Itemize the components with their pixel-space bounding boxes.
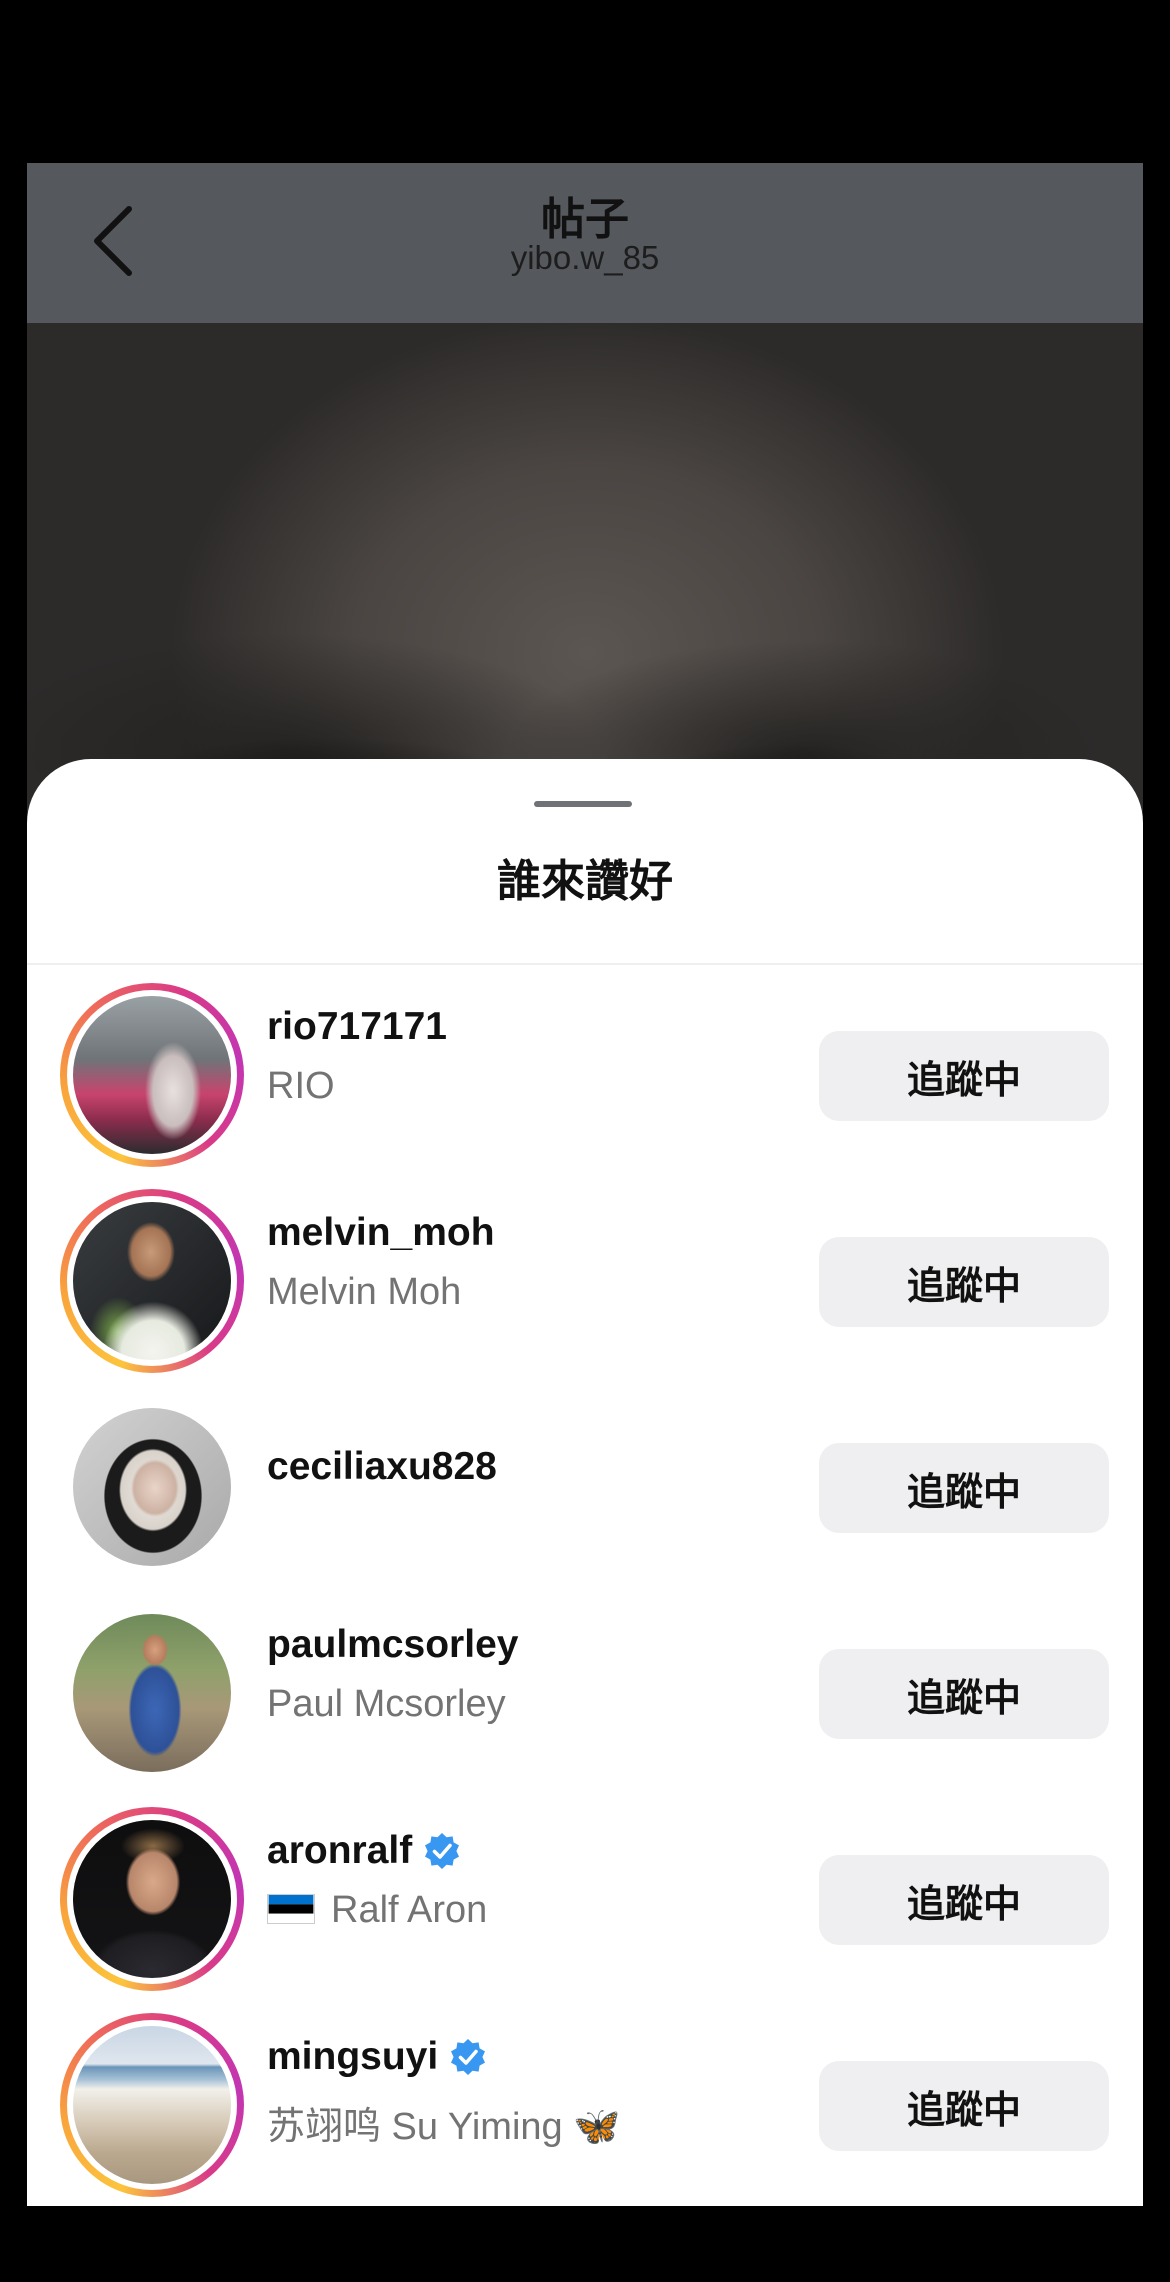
full-name: Ralf Aron [331,1889,488,1931]
username[interactable]: mingsuyi [267,2035,488,2079]
username[interactable]: aronralf [267,1829,462,1873]
list-item[interactable]: ceciliaxu828 追蹤中 [27,1379,1143,1585]
following-button[interactable]: 追蹤中 [819,1031,1109,1121]
list-item[interactable]: rio717171 RIO 追蹤中 [27,967,1143,1173]
username[interactable]: paulmcsorley [267,1623,518,1667]
avatar-image [73,2026,231,2184]
sheet-title: 誰來讚好 [497,857,673,906]
list-item[interactable]: paulmcsorley Paul Mcsorley 追蹤中 [27,1585,1143,1791]
full-name: Paul Mcsorley [267,1683,506,1725]
following-button[interactable]: 追蹤中 [819,1855,1109,1945]
sheet-drag-handle[interactable] [534,801,632,807]
full-name: RIO [267,1065,335,1107]
divider [27,963,1143,965]
list-item[interactable]: melvin_moh Melvin Moh 追蹤中 [27,1173,1143,1379]
avatar[interactable] [60,1395,244,1579]
page-subtitle: yibo.w_85 [510,239,660,276]
avatar[interactable] [60,2013,244,2197]
avatar[interactable] [60,1807,244,1991]
username[interactable]: ceciliaxu828 [267,1445,497,1489]
likes-sheet: 誰來讚好 rio717171 RIO 追蹤中 melvin_moh Melvin… [27,759,1143,2206]
full-name-container: Ralf Aron [267,1889,487,1932]
username[interactable]: rio717171 [267,1005,447,1049]
list-item[interactable]: mingsuyi 苏翊鸣 Su Yiming 🦋 追蹤中 [27,1997,1143,2203]
top-bar: 帖子 yibo.w_85 [27,163,1143,323]
following-button[interactable]: 追蹤中 [819,1649,1109,1739]
estonia-flag-icon [267,1893,315,1924]
list-item[interactable]: aronralf Ralf Aron 追蹤中 [27,1791,1143,1997]
avatar-image [73,1202,231,1360]
avatar[interactable] [60,983,244,1167]
avatar-image [73,996,231,1154]
following-button[interactable]: 追蹤中 [819,2061,1109,2151]
avatar-image [73,1408,231,1566]
avatar[interactable] [60,1601,244,1785]
verified-badge-icon [451,2039,486,2075]
app-screen: 帖子 yibo.w_85 誰來讚好 rio717171 RIO 追蹤中 melv… [27,163,1143,2206]
full-name: Melvin Moh [267,1271,462,1313]
verified-badge-icon [425,1833,460,1869]
username[interactable]: melvin_moh [267,1211,495,1255]
following-button[interactable]: 追蹤中 [819,1237,1109,1327]
avatar[interactable] [60,1189,244,1373]
page-title: 帖子 [541,195,629,244]
avatar-image [73,1614,231,1772]
following-button[interactable]: 追蹤中 [819,1443,1109,1533]
full-name: 苏翊鸣 Su Yiming 🦋 [267,2106,621,2148]
avatar-image [73,1820,231,1978]
